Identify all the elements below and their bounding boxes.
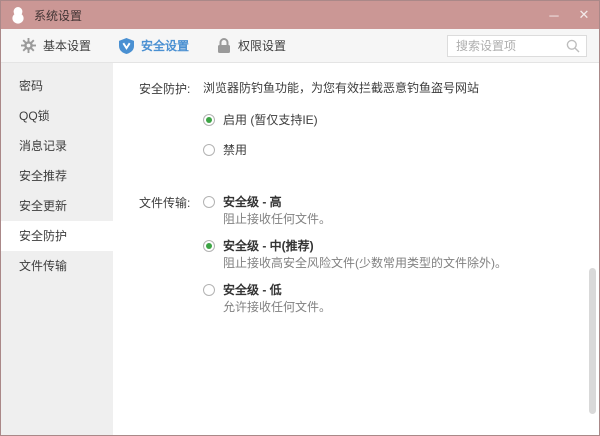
anti-phishing-description: 浏览器防钓鱼功能，为您有效拦截恶意钓鱼盗号网站 bbox=[203, 81, 480, 95]
settings-window: 系统设置 ─ ✕ 基本设置 安全设置 权限设置 搜索设置项 密码 QQ锁 消息记… bbox=[0, 0, 600, 436]
content-panel: 安全防护: 浏览器防钓鱼功能，为您有效拦截恶意钓鱼盗号网站 启用 (暂仅支持IE… bbox=[113, 63, 599, 435]
search-icon[interactable] bbox=[566, 39, 580, 53]
sidebar-item-password[interactable]: 密码 bbox=[1, 71, 113, 101]
sidebar-item-security-update[interactable]: 安全更新 bbox=[1, 191, 113, 221]
sidebar-item-security-protection[interactable]: 安全防护 bbox=[1, 221, 113, 251]
tab-permission-settings-label: 权限设置 bbox=[238, 39, 287, 53]
radio-enable-label[interactable]: 启用 (暂仅支持IE) bbox=[223, 111, 318, 128]
gear-icon bbox=[21, 38, 36, 53]
tab-permission-settings[interactable]: 权限设置 bbox=[217, 37, 286, 54]
sidebar-item-message-history[interactable]: 消息记录 bbox=[1, 131, 113, 161]
sidebar: 密码 QQ锁 消息记录 安全推荐 安全更新 安全防护 文件传输 bbox=[1, 63, 113, 435]
section-label: 安全防护: bbox=[139, 82, 191, 96]
close-button[interactable]: ✕ bbox=[569, 1, 599, 29]
section-security-protection: 安全防护: 浏览器防钓鱼功能，为您有效拦截恶意钓鱼盗号网站 启用 (暂仅支持IE… bbox=[139, 79, 581, 171]
security-high-description: 阻止接收任何文件。 bbox=[223, 212, 332, 226]
security-low-description: 允许接收任何文件。 bbox=[223, 300, 332, 314]
search-box[interactable] bbox=[447, 34, 587, 57]
radio-row-high[interactable]: 安全级 - 高 bbox=[203, 193, 507, 210]
titlebar: 系统设置 ─ ✕ bbox=[1, 1, 599, 29]
security-medium-description: 阻止接收高安全风险文件(少数常用类型的文件除外)。 bbox=[223, 256, 507, 270]
radio-row-enable[interactable]: 启用 (暂仅支持IE) bbox=[203, 111, 479, 128]
tab-security-settings[interactable]: 安全设置 bbox=[119, 37, 189, 54]
tabbar: 基本设置 安全设置 权限设置 bbox=[1, 29, 599, 63]
sidebar-item-security-recommend[interactable]: 安全推荐 bbox=[1, 161, 113, 191]
lock-icon bbox=[217, 37, 231, 54]
window-title: 系统设置 bbox=[34, 8, 83, 23]
radio-security-low-label[interactable]: 安全级 - 低 bbox=[223, 281, 282, 298]
radio-security-medium-label[interactable]: 安全级 - 中(推荐) bbox=[223, 237, 314, 254]
radio-security-high[interactable] bbox=[203, 195, 215, 208]
radio-row-disable[interactable]: 禁用 bbox=[203, 141, 479, 158]
tab-basic-settings[interactable]: 基本设置 bbox=[21, 37, 91, 54]
tab-security-settings-label: 安全设置 bbox=[141, 39, 190, 53]
option-security-low: 安全级 - 低 允许接收任何文件。 bbox=[203, 281, 507, 315]
radio-security-medium[interactable] bbox=[203, 239, 215, 252]
option-security-medium: 安全级 - 中(推荐) 阻止接收高安全风险文件(少数常用类型的文件除外)。 bbox=[203, 237, 507, 271]
radio-security-low[interactable] bbox=[203, 283, 215, 296]
search-input[interactable] bbox=[456, 38, 566, 53]
radio-disable[interactable] bbox=[203, 143, 215, 156]
scrollbar-thumb[interactable] bbox=[589, 268, 596, 414]
section-label: 文件传输: bbox=[139, 196, 191, 210]
minimize-button[interactable]: ─ bbox=[539, 1, 569, 29]
radio-enable[interactable] bbox=[203, 113, 215, 126]
main-area: 密码 QQ锁 消息记录 安全推荐 安全更新 安全防护 文件传输 安全防护: 浏览… bbox=[1, 63, 599, 435]
qq-penguin-icon bbox=[10, 6, 27, 24]
tab-basic-settings-label: 基本设置 bbox=[43, 39, 92, 53]
sidebar-item-file-transfer[interactable]: 文件传输 bbox=[1, 251, 113, 281]
option-security-high: 安全级 - 高 阻止接收任何文件。 bbox=[203, 193, 507, 227]
radio-disable-label[interactable]: 禁用 bbox=[223, 141, 247, 158]
section-file-transfer: 文件传输: 安全级 - 高 阻止接收任何文件。 安全级 - 中(推荐) 阻止接收… bbox=[139, 193, 581, 325]
sidebar-item-qq-lock[interactable]: QQ锁 bbox=[1, 101, 113, 131]
shield-icon bbox=[119, 37, 135, 54]
radio-row-medium[interactable]: 安全级 - 中(推荐) bbox=[203, 237, 507, 254]
radio-security-high-label[interactable]: 安全级 - 高 bbox=[223, 193, 282, 210]
radio-row-low[interactable]: 安全级 - 低 bbox=[203, 281, 507, 298]
